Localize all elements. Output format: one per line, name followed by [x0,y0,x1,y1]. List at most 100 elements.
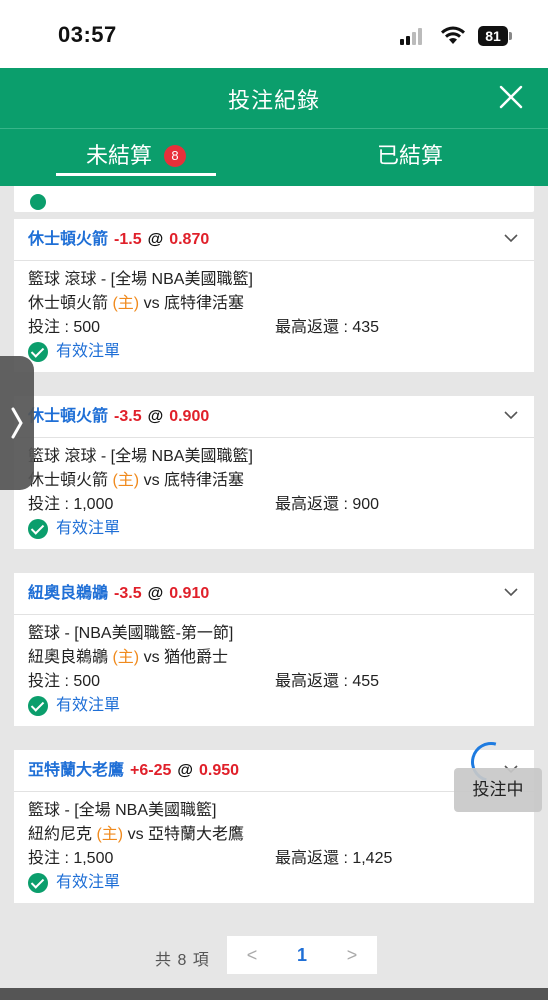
page-title: 投注紀錄 [227,88,320,113]
bet-odds: 0.900 [169,408,210,425]
bet-match: 紐奧良鵜鶘 (主) vs 猶他爵士 [28,646,520,670]
close-icon[interactable] [498,84,524,110]
at-sign: @ [147,585,164,602]
bet-status-label: 有效注單 [56,520,121,537]
home-marker: (主) [112,295,140,312]
bet-match: 休士頓火箭 (主) vs 底特律活塞 [28,469,520,493]
bet-stake: 投注 : 1,000 [28,496,114,513]
chevron-down-icon[interactable] [504,233,518,243]
bet-status-label: 有效注單 [56,874,121,891]
bet-amounts: 投注 : 1,000 最高返還 : 900 [28,493,520,517]
home-team: 休士頓火箭 [28,472,109,489]
page-header: 投注紀錄 [0,68,548,128]
vs-label: vs [143,295,160,312]
bet-handicap: -3.5 [114,585,142,602]
bet-league: 籃球 - [NBA美國職籃-第一節] [28,625,234,642]
at-sign: @ [147,408,164,425]
bet-stake: 投注 : 500 [28,673,101,690]
bet-status-tabs: 未結算 8 已結算 [0,128,548,186]
tab-unsettled[interactable]: 未結算 8 [56,129,216,186]
vs-label: vs [127,826,144,843]
check-circle-icon [28,342,48,362]
pagination-next-button[interactable]: > [327,936,377,974]
bet-status: 有效注單 [28,871,520,895]
vs-label: vs [143,472,160,489]
bet-team: 休士頓火箭 [28,408,109,425]
bet-league: 籃球 滾球 - [全場 NBA美國職籃] [28,448,253,465]
bet-amounts: 投注 : 500 最高返還 : 435 [28,316,520,340]
vs-label: vs [143,649,160,666]
at-sign: @ [147,231,164,248]
bet-card-header[interactable]: 紐奧良鵜鶘 -3.5 @0.910 [14,573,534,615]
bet-status: 有效注單 [28,340,520,364]
signal-icon [400,27,430,45]
tab-settled[interactable]: 已結算 [330,129,490,186]
status-time: 03:57 [58,22,117,47]
chevron-down-icon[interactable] [504,587,518,597]
previous-card-peek [14,186,534,212]
bet-max-return: 最高返還 : 455 [275,673,380,690]
bet-card: 休士頓火箭 -3.5 @0.900 籃球 滾球 - [全場 NBA美國職籃] 休士頓… [14,396,534,549]
check-circle-icon [28,873,48,893]
side-drawer-handle[interactable] [0,356,34,490]
bet-team: 亞特蘭大老鷹 [28,762,125,779]
bet-handicap: -3.5 [114,408,142,425]
home-marker: (主) [96,826,124,843]
home-team: 休士頓火箭 [28,295,109,312]
away-team: 底特律活塞 [164,295,245,312]
battery-tip [509,32,512,40]
battery-level: 81 [485,28,501,44]
check-circle-icon [30,194,46,210]
pagination-current-page[interactable]: 1 [277,936,327,974]
chevron-down-icon[interactable] [504,410,518,420]
status-bar: 03:57 81 [0,0,548,68]
pagination-total: 共 8 項 [155,952,210,969]
away-team: 猶他爵士 [164,649,229,666]
bet-league: 籃球 滾球 - [全場 NBA美國職籃] [28,271,253,288]
bet-match: 紐約尼克 (主) vs 亞特蘭大老鷹 [28,823,520,847]
bet-odds: 0.870 [169,231,210,248]
unsettled-count-badge: 8 [164,145,186,167]
check-circle-icon [28,519,48,539]
pagination-prev-button[interactable]: < [227,936,277,974]
bet-card: 休士頓火箭 -1.5 @0.870 籃球 滾球 - [全場 NBA美國職籃] 休士頓… [14,219,534,372]
bet-handicap: +6-25 [130,762,172,779]
bet-card: 紐奧良鵜鶘 -3.5 @0.910 籃球 - [NBA美國職籃-第一節] 紐奧良鵜鶘… [14,573,534,726]
away-team: 亞特蘭大老鷹 [148,826,245,843]
pagination: 共 8 項 < 1 > [0,932,548,980]
check-circle-icon [28,696,48,716]
battery-icon: 81 [478,26,508,46]
bet-status: 有效注單 [28,694,520,718]
bet-max-return: 最高返還 : 435 [275,319,380,336]
bet-stake: 投注 : 500 [28,319,101,336]
bet-status-label: 有效注單 [56,697,121,714]
bet-card-header[interactable]: 休士頓火箭 -3.5 @0.900 [14,396,534,438]
bet-handicap: -1.5 [114,231,142,248]
bet-max-return: 最高返還 : 900 [275,496,380,513]
away-team: 底特律活塞 [164,472,245,489]
bet-amounts: 投注 : 500 最高返還 : 455 [28,670,520,694]
bet-league: 籃球 - [全場 NBA美國職籃] [28,802,217,819]
home-team: 紐約尼克 [28,826,93,843]
bet-list[interactable]: 休士頓火箭 -1.5 @0.870 籃球 滾球 - [全場 NBA美國職籃] 休士頓… [0,186,548,1000]
home-team: 紐奧良鵜鶘 [28,649,109,666]
bet-card-header[interactable]: 休士頓火箭 -1.5 @0.870 [14,219,534,261]
tab-settled-label: 已結算 [376,143,443,168]
bet-stake: 投注 : 1,500 [28,850,114,867]
bottom-bar [0,988,548,1000]
bet-amounts: 投注 : 1,500 最高返還 : 1,425 [28,847,520,871]
bet-status-label: 有效注單 [56,343,121,360]
bet-team: 休士頓火箭 [28,231,109,248]
bet-team: 紐奧良鵜鶘 [28,585,109,602]
home-marker: (主) [112,649,140,666]
tab-unsettled-label: 未結算 [85,143,152,168]
bet-odds: 0.910 [169,585,210,602]
bet-max-return: 最高返還 : 1,425 [275,850,393,867]
wifi-icon [441,26,465,44]
chevron-right-icon [11,407,23,439]
betting-in-progress-button[interactable]: 投注中 [454,768,542,812]
at-sign: @ [177,762,193,779]
bet-status: 有效注單 [28,517,520,541]
bet-odds: 0.950 [199,762,240,779]
home-marker: (主) [112,472,140,489]
